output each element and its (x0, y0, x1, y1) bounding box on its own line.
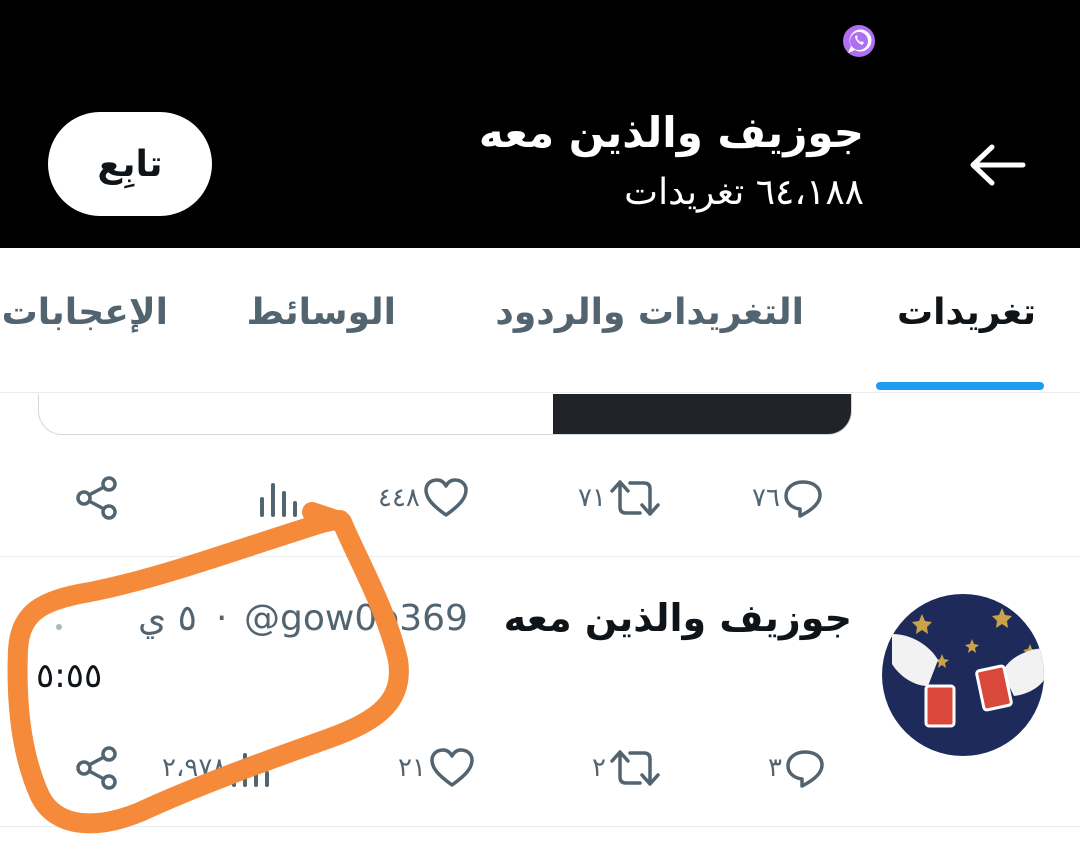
views-count: ٢،٩٧٨ (162, 753, 227, 783)
follow-button[interactable]: تابِع (48, 112, 212, 216)
back-button[interactable] (962, 135, 1032, 195)
back-arrow-icon (970, 144, 1026, 186)
profile-tabs: تغريدات التغريدات والردود الوسائط الإعجا… (0, 248, 1080, 393)
reply-count: ٧٦ (752, 483, 780, 513)
media-card-image (553, 394, 851, 434)
views-icon (260, 483, 297, 517)
tweet-count: ٦٤،١٨٨ تغريدات (624, 172, 864, 213)
reply-button[interactable]: ٣ (768, 738, 826, 798)
overflow-dot[interactable] (56, 624, 62, 630)
share-icon (76, 476, 117, 520)
previous-tweet-actions: ٧٦ ٧١ ٤٤٨ (0, 468, 1080, 528)
reply-count: ٣ (768, 753, 782, 783)
retweet-count: ٧١ (578, 483, 606, 513)
avatar-image (882, 594, 1044, 756)
retweet-count: ٢ (592, 753, 606, 783)
tweet-timestamp[interactable]: ٥ ي (138, 598, 197, 639)
reply-button[interactable]: ٧٦ (752, 468, 824, 528)
share-button[interactable] (74, 738, 120, 798)
retweet-button[interactable]: ٢ (592, 738, 662, 798)
tab-tweets-and-replies[interactable]: التغريدات والردود (495, 292, 804, 333)
tab-likes[interactable]: الإعجابات (2, 292, 168, 333)
reply-icon (784, 480, 822, 518)
like-icon (424, 478, 468, 517)
retweet-icon (610, 480, 660, 516)
tweet-actions: ٣ ٢ ٢١ ٢،٩٧٨ (0, 738, 1080, 798)
like-button[interactable]: ٢١ (398, 738, 476, 798)
avatar[interactable] (882, 594, 1044, 756)
retweet-button[interactable]: ٧١ (578, 468, 662, 528)
retweet-icon (610, 750, 660, 786)
active-tab-indicator (876, 382, 1044, 390)
like-count: ٢١ (398, 753, 426, 783)
media-card[interactable] (38, 394, 852, 435)
tab-media[interactable]: الوسائط (247, 292, 396, 333)
share-button[interactable] (74, 468, 120, 528)
whatsapp-icon (843, 25, 875, 57)
tweet-author-handle[interactable]: @gow0o369 (244, 598, 468, 639)
like-icon (430, 748, 474, 787)
views-button[interactable] (256, 468, 304, 528)
profile-header: جوزيف والذين معه ٦٤،١٨٨ تغريدات تابِع (0, 0, 1080, 248)
tweet-text: ٥:٥٥ (36, 656, 103, 696)
profile-name: جوزيف والذين معه (478, 108, 864, 157)
share-icon (76, 746, 117, 790)
like-button[interactable]: ٤٤٨ (378, 468, 470, 528)
reply-icon (786, 750, 824, 788)
tweet-author-name[interactable]: جوزيف والذين معه (504, 596, 852, 640)
views-icon (232, 753, 270, 787)
handle-separator: · (216, 598, 228, 639)
like-count: ٤٤٨ (378, 483, 420, 513)
views-button[interactable]: ٢،٩٧٨ (162, 738, 274, 798)
tab-tweets[interactable]: تغريدات (897, 292, 1036, 333)
tweet-divider (0, 826, 1080, 827)
tweet-divider (0, 556, 1080, 557)
